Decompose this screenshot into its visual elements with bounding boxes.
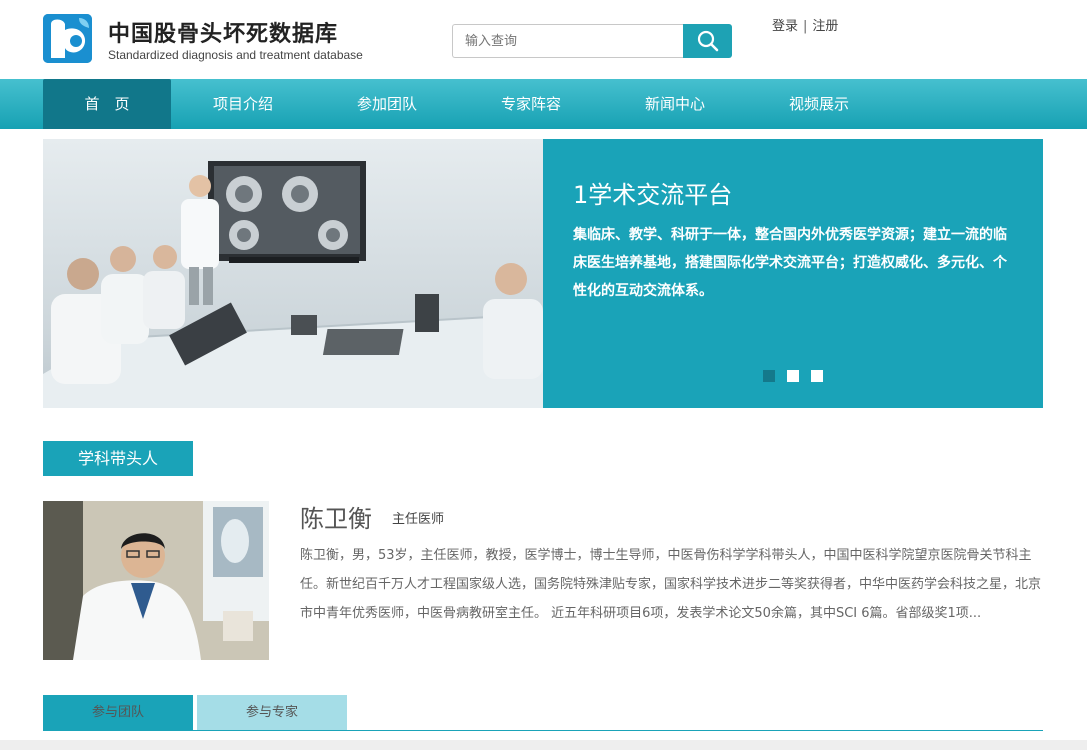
main-nav: 首 页 项目介绍 参加团队 专家阵容 新闻中心 视频展示: [0, 79, 1087, 129]
person-bio: 陈卫衡，男，53岁，主任医师，教授，医学博士，博士生导师，中医骨伤科学学科带头人…: [300, 548, 1042, 621]
register-link[interactable]: 注册: [812, 19, 838, 34]
site-subtitle: Standardized diagnosis and treatment dat…: [108, 48, 363, 62]
tab-participating-teams[interactable]: 参与团队: [43, 695, 193, 730]
logo-icon[interactable]: [43, 14, 92, 63]
banner-description: 集临床、教学、科研于一体，整合国内外优秀医学资源；建立一流的临床医生培养基地，搭…: [573, 227, 1007, 299]
nav-item-news[interactable]: 新闻中心: [603, 79, 747, 129]
search-button[interactable]: [683, 24, 732, 58]
nav-item-project-intro[interactable]: 项目介绍: [171, 79, 315, 129]
section-title-leaders: 学科带头人: [43, 441, 193, 476]
tab-participating-experts[interactable]: 参与专家: [197, 695, 347, 730]
slider-dot-2[interactable]: [787, 370, 799, 382]
auth-links: 登录 | 注册: [772, 15, 838, 34]
person-title: 主任医师: [392, 512, 445, 527]
profile-photo[interactable]: [43, 501, 269, 660]
tab-underline: [43, 730, 1043, 731]
nav-item-videos[interactable]: 视频展示: [747, 79, 891, 129]
person-name[interactable]: 陈卫衡: [300, 499, 372, 534]
nav-item-home[interactable]: 首 页: [43, 79, 171, 129]
slider-dot-3[interactable]: [811, 370, 823, 382]
banner-image: [43, 139, 543, 408]
banner-text-panel: 1学术交流平台 集临床、教学、科研于一体，整合国内外优秀医学资源；建立一流的临床…: [543, 139, 1043, 408]
header: 中国股骨头坏死数据库 Standardized diagnosis and tr…: [0, 0, 1087, 79]
page-bottom-strip: [0, 740, 1087, 750]
nav-item-join-team[interactable]: 参加团队: [315, 79, 459, 129]
banner-slider: 1学术交流平台 集临床、教学、科研于一体，整合国内外优秀医学资源；建立一流的临床…: [43, 139, 1043, 408]
search-input[interactable]: [452, 24, 684, 58]
search-icon: [697, 30, 718, 52]
slider-dot-1[interactable]: [763, 370, 775, 382]
login-link[interactable]: 登录: [772, 19, 798, 34]
auth-separator: |: [803, 19, 808, 34]
site-title: 中国股骨头坏死数据库: [108, 22, 339, 47]
nav-item-experts[interactable]: 专家阵容: [459, 79, 603, 129]
banner-title: 1学术交流平台: [573, 181, 733, 209]
